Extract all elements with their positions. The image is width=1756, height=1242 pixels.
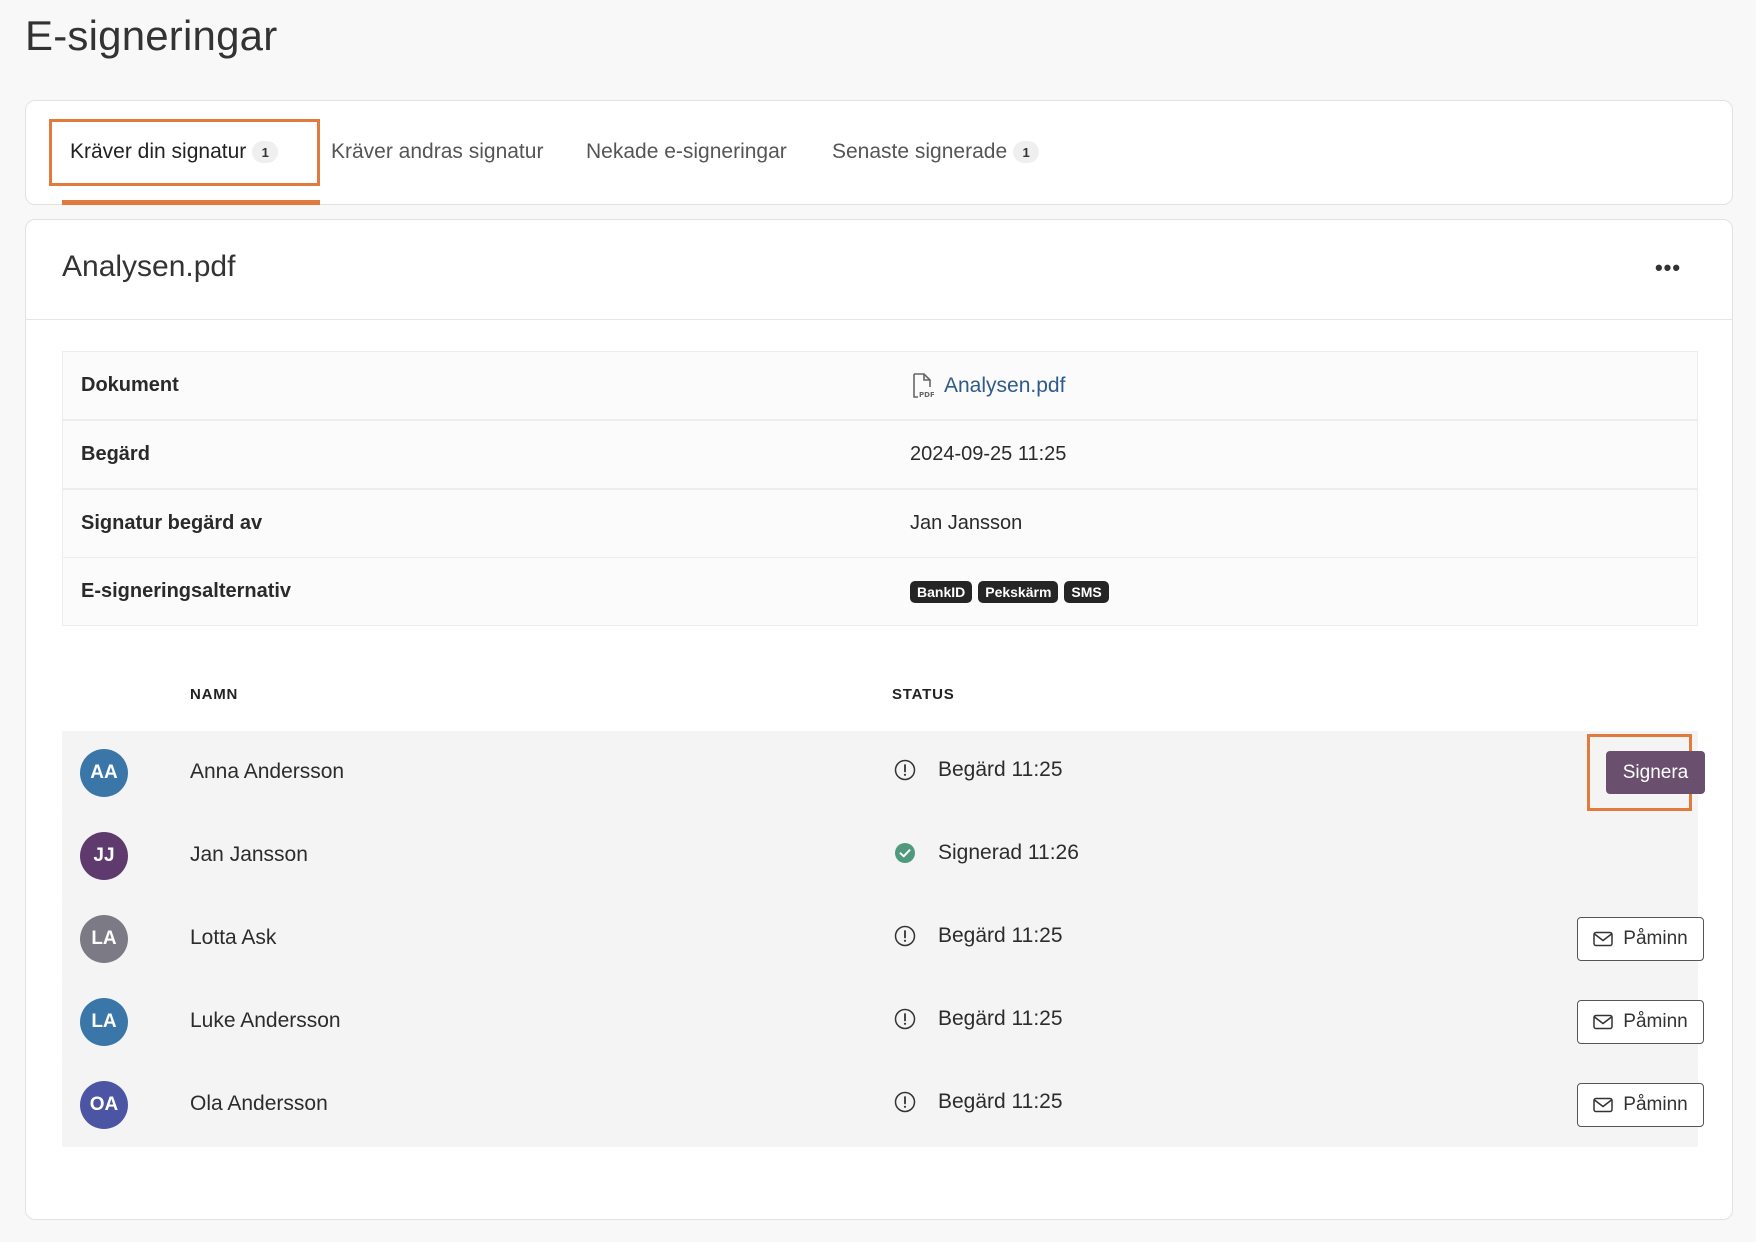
column-header-name: NAMN: [190, 686, 239, 703]
avatar: LA: [80, 998, 128, 1046]
info-label: E-signeringsalternativ: [81, 580, 292, 602]
tab-label: Nekade e-signeringar: [586, 140, 787, 163]
info-value: Jan Jansson: [910, 512, 1023, 534]
divider: [26, 319, 1732, 320]
tab-focus-highlight: [49, 119, 320, 186]
info-row-esign-options: E-signeringsalternativ BankID Pekskärm S…: [62, 557, 1698, 626]
active-tab-underline: [62, 200, 320, 205]
page: E-signeringar Kräver din signatur 1 Kräv…: [0, 0, 1756, 1242]
info-label: Dokument: [81, 374, 179, 396]
remind-button[interactable]: Påminn: [1577, 1000, 1704, 1044]
tab-recently-signed[interactable]: Senaste signerade 1: [832, 119, 1040, 185]
tab-label: Kräver andras signatur: [331, 140, 544, 163]
tabs-bar: Kräver din signatur 1 Kräver andras sign…: [25, 100, 1733, 205]
tab-count-badge: 1: [1013, 141, 1040, 163]
chip-bankid: BankID: [910, 580, 973, 603]
remind-button[interactable]: Påminn: [1577, 917, 1704, 961]
info-label: Signatur begärd av: [81, 512, 263, 534]
signer-row: LA Luke Andersson Begärd 11:25 Påminn: [62, 980, 1704, 1064]
signing-card: Analysen.pdf ••• Dokument PDF Analysen.p…: [25, 219, 1733, 1220]
avatar: AA: [80, 749, 128, 797]
document-title: Analysen.pdf: [62, 250, 236, 283]
info-value: 2024-09-25 11:25: [910, 443, 1067, 465]
remind-label: Påminn: [1623, 928, 1688, 949]
status-text: Begärd 11:25: [938, 758, 1063, 781]
info-row-requested-by: Signatur begärd av Jan Jansson: [62, 489, 1698, 558]
status-text: Begärd 11:25: [938, 1007, 1063, 1030]
info-value: PDF Analysen.pdf: [910, 372, 1065, 399]
envelope-icon: [1593, 1014, 1614, 1030]
signer-name: Luke Andersson: [190, 1009, 341, 1032]
signer-row: OA Ola Andersson Begärd 11:25 Påminn: [62, 1063, 1704, 1147]
info-row-document: Dokument PDF Analysen.pdf: [62, 351, 1698, 420]
signer-name: Ola Andersson: [190, 1092, 328, 1115]
signer-row: AA Anna Andersson Begärd 11:25 Signera: [62, 731, 1705, 815]
chip-sms: SMS: [1064, 580, 1109, 603]
pdf-file-icon: PDF: [913, 372, 934, 399]
exclamation-circle-icon: [894, 1091, 916, 1113]
avatar: LA: [80, 915, 128, 963]
more-options-icon[interactable]: •••: [1648, 248, 1688, 288]
document-link[interactable]: Analysen.pdf: [944, 374, 1065, 398]
signer-status: Begärd 11:25: [894, 924, 1063, 948]
chip-touchscreen: Pekskärm: [978, 580, 1059, 603]
esign-options-chips: BankID Pekskärm SMS: [910, 580, 1115, 603]
sign-button[interactable]: Signera: [1606, 751, 1705, 794]
info-label: Begärd: [81, 443, 150, 465]
signer-name: Anna Andersson: [190, 760, 345, 783]
signer-name: Jan Jansson: [190, 843, 308, 866]
column-header-status: STATUS: [892, 686, 955, 703]
envelope-icon: [1593, 931, 1614, 947]
signer-status: Begärd 11:25: [894, 758, 1063, 782]
status-text: Begärd 11:25: [938, 1090, 1063, 1113]
signer-name: Lotta Ask: [190, 926, 277, 949]
avatar: OA: [80, 1081, 128, 1129]
tab-declined-esignings[interactable]: Nekade e-signeringar: [586, 119, 787, 185]
avatar: JJ: [80, 832, 128, 880]
page-title: E-signeringar: [25, 12, 278, 59]
signer-status: Begärd 11:25: [894, 1090, 1063, 1114]
remind-label: Påminn: [1623, 1094, 1688, 1115]
tab-label: Senaste signerade: [832, 140, 1008, 163]
envelope-icon: [1593, 1097, 1614, 1113]
signer-row: JJ Jan Jansson Signerad 11:26: [62, 814, 1698, 898]
tab-requires-others-signature[interactable]: Kräver andras signatur: [331, 119, 543, 185]
remind-button[interactable]: Påminn: [1577, 1083, 1704, 1127]
signer-status: Signerad 11:26: [894, 841, 1079, 865]
info-row-requested: Begärd 2024-09-25 11:25: [62, 420, 1698, 489]
exclamation-circle-icon: [894, 925, 916, 947]
signer-row: LA Lotta Ask Begärd 11:25 Påminn: [62, 897, 1704, 981]
exclamation-circle-icon: [894, 759, 916, 781]
exclamation-circle-icon: [894, 1008, 916, 1030]
signer-status: Begärd 11:25: [894, 1007, 1063, 1031]
svg-text:PDF: PDF: [919, 391, 934, 399]
remind-label: Påminn: [1623, 1011, 1688, 1032]
status-text: Signerad 11:26: [938, 841, 1079, 864]
status-text: Begärd 11:25: [938, 924, 1063, 947]
check-circle-icon: [895, 843, 915, 863]
